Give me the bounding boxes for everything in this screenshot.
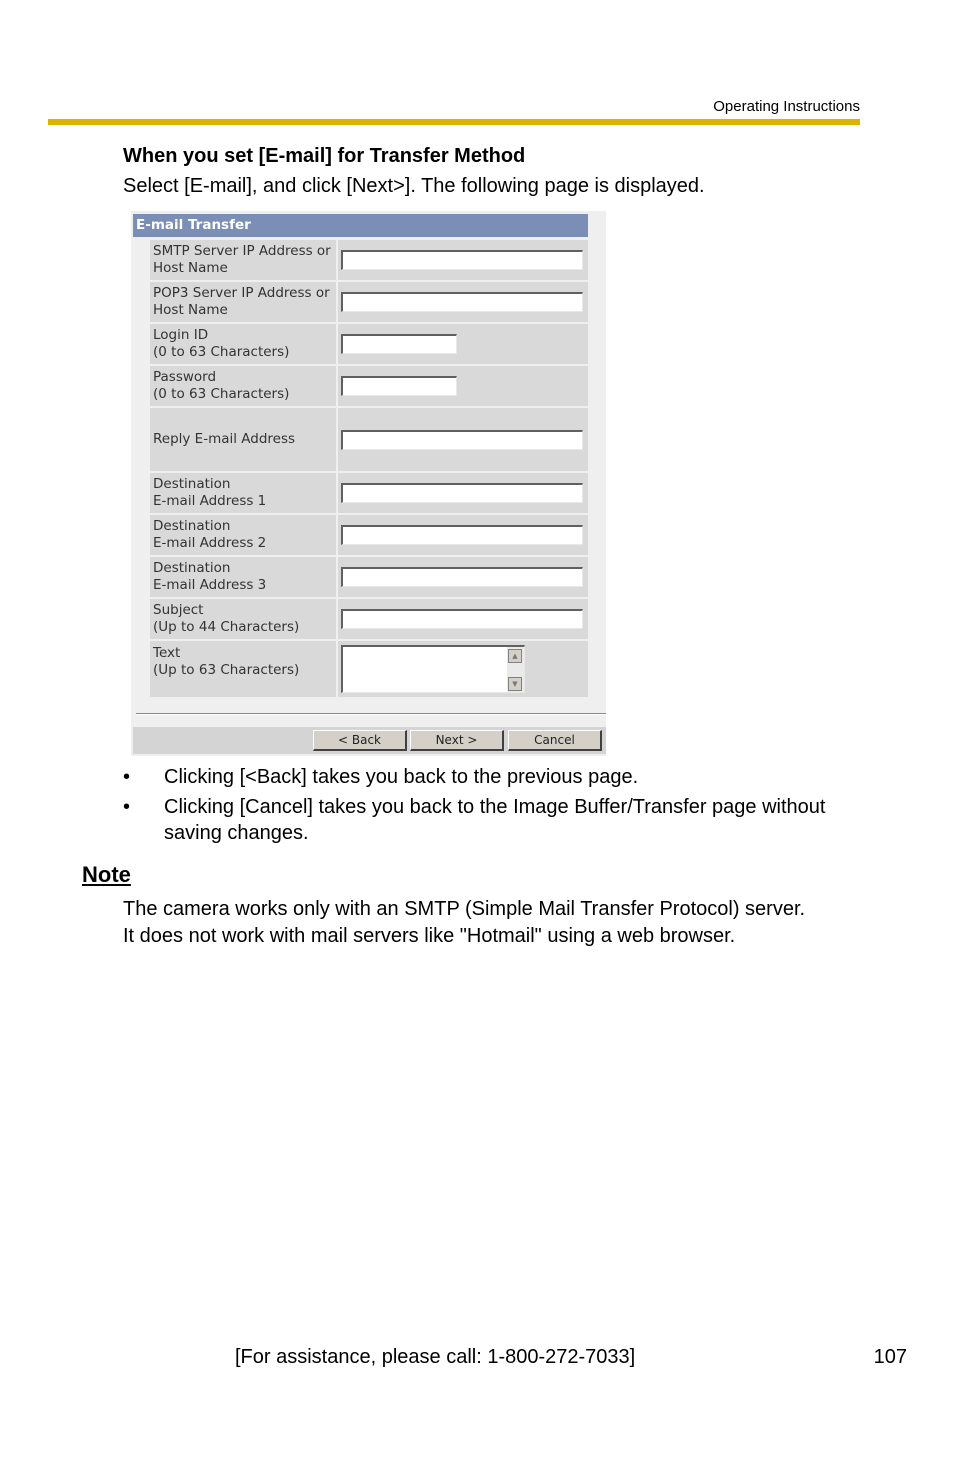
form-row-pop3: POP3 Server IP Address or Host Name — [150, 282, 588, 322]
field-label: Destination E-mail Address 2 — [150, 515, 336, 555]
bullet-list: • Clicking [<Back] takes you back to the… — [123, 764, 863, 850]
form-row-subject: Subject (Up to 44 Characters) — [150, 599, 588, 639]
field-label: POP3 Server IP Address or Host Name — [150, 282, 336, 322]
scroll-up-arrow-icon[interactable]: ▲ — [508, 649, 522, 663]
field-label: Destination E-mail Address 1 — [150, 473, 336, 513]
destination-email-3-input[interactable] — [341, 567, 583, 587]
field-label: Subject (Up to 44 Characters) — [150, 599, 336, 639]
text-textarea[interactable]: ▲ ▼ — [341, 645, 525, 693]
form-row-dest2: Destination E-mail Address 2 — [150, 515, 588, 555]
field-label: Reply E-mail Address — [150, 408, 336, 471]
form-title: E-mail Transfer — [133, 214, 588, 237]
note-heading: Note — [82, 862, 131, 887]
intro-text: Select [E-mail], and click [Next>]. The … — [123, 175, 705, 197]
field-label: Password (0 to 63 Characters) — [150, 366, 336, 406]
header-label: Operating Instructions — [713, 98, 860, 115]
password-input[interactable] — [341, 376, 457, 396]
form-row-reply: Reply E-mail Address — [150, 408, 588, 471]
form-row-login: Login ID (0 to 63 Characters) — [150, 324, 588, 364]
page-number: 107 — [873, 1346, 907, 1368]
scroll-down-arrow-icon[interactable]: ▼ — [508, 677, 522, 691]
form-row-smtp: SMTP Server IP Address or Host Name — [150, 240, 588, 280]
form-row-dest3: Destination E-mail Address 3 — [150, 557, 588, 597]
field-label: Text (Up to 63 Characters) — [150, 641, 336, 697]
cancel-button[interactable]: Cancel — [508, 730, 602, 751]
form-row-text: Text (Up to 63 Characters) ▲ ▼ — [150, 641, 588, 697]
footer-assistance: [For assistance, please call: 1-800-272-… — [235, 1346, 636, 1368]
bullet-item: • Clicking [<Back] takes you back to the… — [123, 766, 639, 788]
form-row-dest1: Destination E-mail Address 1 — [150, 473, 588, 513]
field-label: Login ID (0 to 63 Characters) — [150, 324, 336, 364]
next-button[interactable]: Next > — [410, 730, 504, 751]
bullet-item: • Clicking [Cancel] takes you back to th… — [123, 796, 826, 844]
smtp-server-input[interactable] — [341, 250, 583, 270]
field-label: SMTP Server IP Address or Host Name — [150, 240, 336, 280]
header-rule — [48, 119, 860, 125]
bullet-icon: • — [123, 766, 131, 788]
back-button[interactable]: < Back — [313, 730, 407, 751]
button-bar: < Back Next > Cancel — [133, 727, 606, 754]
note-body: The camera works only with an SMTP (Simp… — [123, 898, 806, 947]
form-divider — [136, 713, 606, 715]
subject-input[interactable] — [341, 609, 583, 629]
login-id-input[interactable] — [341, 334, 457, 354]
section-title: When you set [E-mail] for Transfer Metho… — [123, 145, 526, 167]
email-transfer-screenshot: E-mail Transfer SMTP Server IP Address o… — [131, 211, 606, 756]
pop3-server-input[interactable] — [341, 292, 583, 312]
textarea-scrollbar[interactable]: ▲ ▼ — [507, 647, 524, 692]
reply-email-input[interactable] — [341, 429, 583, 450]
destination-email-1-input[interactable] — [341, 483, 583, 503]
email-transfer-form: SMTP Server IP Address or Host Name POP3 … — [150, 240, 588, 699]
field-label: Destination E-mail Address 3 — [150, 557, 336, 597]
form-row-password: Password (0 to 63 Characters) — [150, 366, 588, 406]
bullet-icon: • — [123, 796, 131, 818]
destination-email-2-input[interactable] — [341, 525, 583, 545]
